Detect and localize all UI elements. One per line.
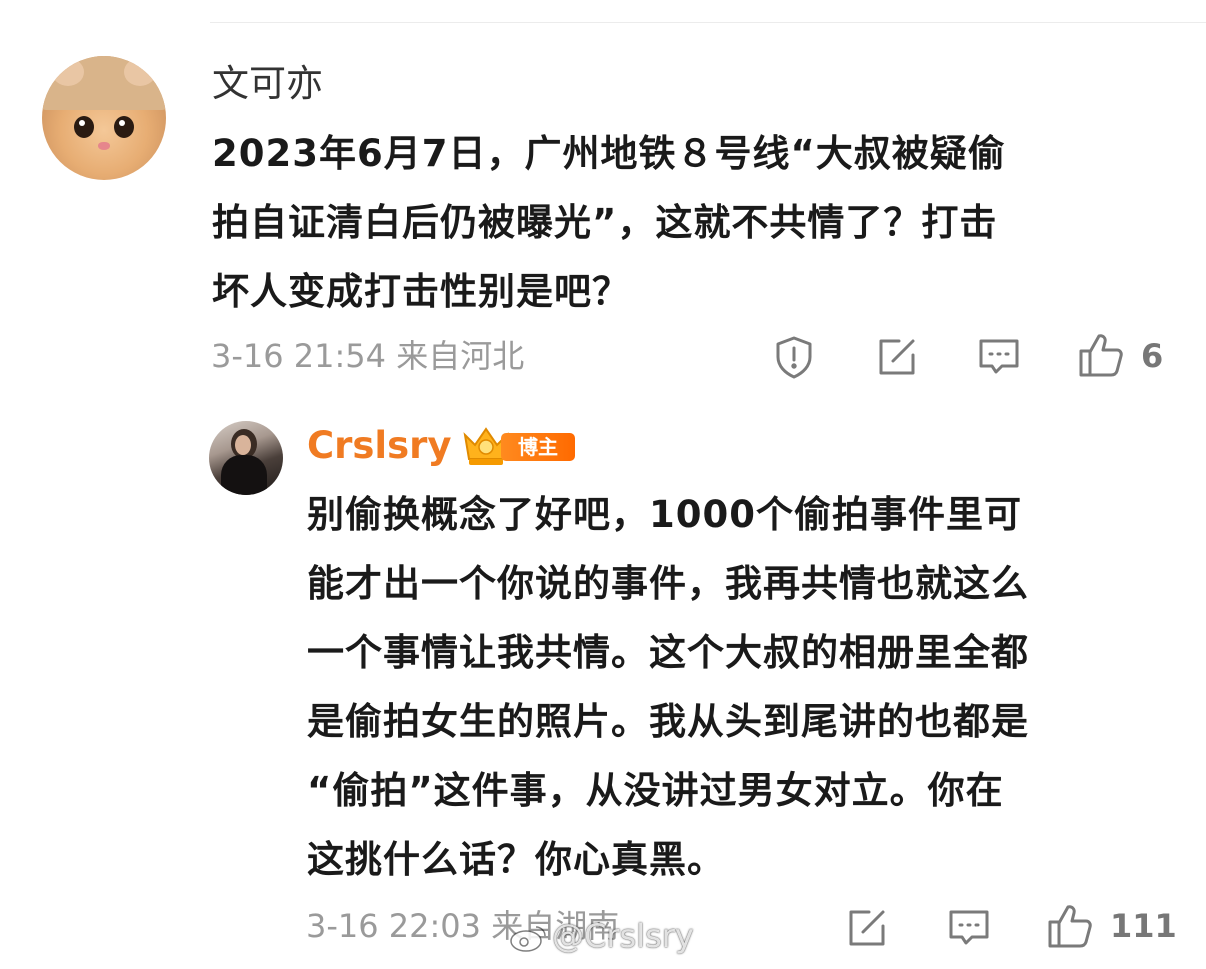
comment-icon[interactable] xyxy=(945,904,993,952)
watermark-text: @Crslsry xyxy=(552,917,694,955)
right-eye-shape xyxy=(114,116,134,138)
reply-text-line: 一个事情让我共情。这个大叔的相册里全都 xyxy=(307,631,1029,674)
comment-meta: 3-16 21:54 来自河北 xyxy=(211,337,525,375)
reply-text-line: 这挑什么话？你心真黑。 xyxy=(307,838,725,881)
person-body-shape xyxy=(221,455,267,495)
thumbs-up-icon[interactable] xyxy=(1046,902,1094,950)
reply-avatar[interactable] xyxy=(209,421,283,495)
reply-author-name[interactable]: Crslsry xyxy=(307,420,452,472)
reply-like-count: 111 xyxy=(1110,907,1177,945)
top-divider xyxy=(210,22,1206,23)
left-ear-shape xyxy=(52,58,84,86)
comment-icon[interactable] xyxy=(975,333,1023,381)
right-ear-shape xyxy=(124,58,156,86)
reply-text-line: 别偷换概念了好吧，1000个偷拍事件里可 xyxy=(307,493,1022,536)
comment-text-line: 坏人变成打击性别是吧？ xyxy=(212,270,630,313)
reply-text: 别偷换概念了好吧，1000个偷拍事件里可 能才出一个你说的事件，我再共情也就这么… xyxy=(307,480,1029,894)
person-face-shape xyxy=(235,435,251,455)
like-count: 6 xyxy=(1141,337,1164,375)
comment-text: 2023年6月7日，广州地铁８号线“大叔被疑偷 拍自证清白后仍被曝光”，这就不共… xyxy=(212,119,1006,326)
thumbs-up-icon[interactable] xyxy=(1077,331,1125,379)
reply-text-line: 能才出一个你说的事件，我再共情也就这么 xyxy=(307,562,1029,605)
reply-text-line: 是偷拍女生的照片。我从头到尾讲的也都是 xyxy=(307,700,1029,743)
left-eye-shape xyxy=(74,116,94,138)
badge-label: 博主 xyxy=(501,433,575,461)
comment-text-line: 拍自证清白后仍被曝光”，这就不共情了？打击 xyxy=(212,201,998,244)
shield-alert-icon[interactable] xyxy=(770,333,818,381)
comment-author-name[interactable]: 文可亦 xyxy=(212,62,323,106)
edit-forward-icon[interactable] xyxy=(843,904,891,952)
watermark: @Crslsry xyxy=(508,916,694,956)
comment-text-line: 2023年6月7日，广州地铁８号线“大叔被疑偷 xyxy=(212,132,1006,175)
avatar[interactable] xyxy=(42,56,166,180)
nose-shape xyxy=(98,142,110,150)
blogger-badge: 博主 xyxy=(461,425,575,467)
edit-forward-icon[interactable] xyxy=(873,333,921,381)
reply-text-line: “偷拍”这件事，从没讲过男女对立。你在 xyxy=(307,769,1004,812)
weibo-logo-icon xyxy=(510,926,546,952)
